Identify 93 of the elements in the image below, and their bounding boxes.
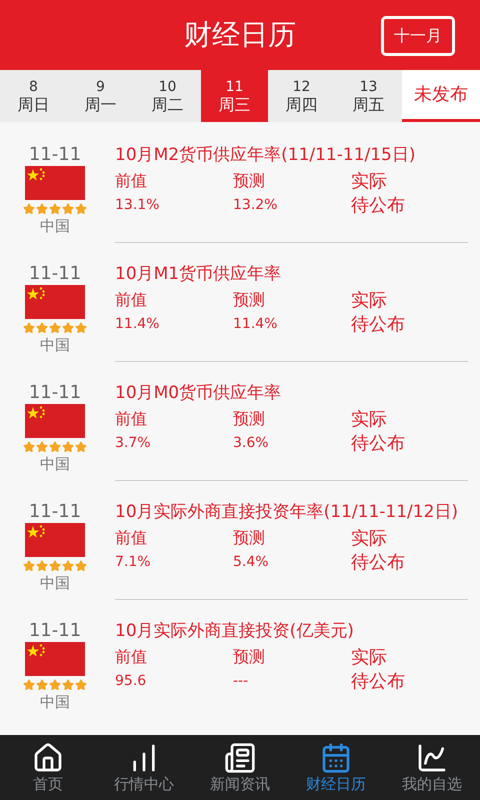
date-tab[interactable]: 10 周二 — [134, 70, 201, 122]
star-icon — [23, 679, 35, 691]
page-title: 财经日历 — [184, 17, 296, 53]
star-icon — [75, 203, 87, 215]
forecast-value: 13.2% — [233, 196, 278, 215]
calendar-icon — [320, 742, 352, 774]
star-icon — [36, 441, 48, 453]
country-name: 中国 — [40, 692, 70, 713]
newspaper-icon — [224, 742, 256, 774]
event-title[interactable]: 10月实际外商直接投资年率(11/11-11/12日) — [115, 501, 468, 523]
star-icon — [23, 560, 35, 572]
flag-icon — [25, 404, 85, 438]
forecast-value: 11.4% — [233, 315, 278, 334]
star-icon — [36, 679, 48, 691]
event-title[interactable]: 10月M2货币供应年率(11/11-11/15日) — [115, 144, 468, 166]
actual-label: 实际 — [351, 408, 388, 432]
unpublished-tab[interactable]: 未发布 — [402, 70, 480, 122]
actual-value: 待公布 — [351, 670, 406, 694]
star-icon — [23, 203, 35, 215]
country-name: 中国 — [40, 335, 70, 356]
event-title[interactable]: 10月M0货币供应年率 — [115, 382, 468, 404]
date-tab[interactable]: 11 周三 — [201, 70, 268, 122]
previous-label: 前值 — [115, 527, 148, 549]
event-date: 11-11 — [28, 263, 82, 285]
actual-label: 实际 — [351, 289, 388, 313]
flag-icon — [25, 523, 85, 557]
forecast-label: 预测 — [233, 408, 266, 430]
flag-icon — [25, 642, 85, 676]
forecast-label: 预测 — [233, 289, 266, 311]
forecast-value: 3.6% — [233, 434, 270, 453]
nav-item[interactable]: 新闻资讯 — [192, 735, 288, 800]
actual-label: 实际 — [351, 527, 388, 551]
forecast-label: 预测 — [233, 646, 266, 668]
forecast-value: --- — [233, 672, 250, 691]
forecast-value: 5.4% — [233, 553, 270, 572]
star-icon — [36, 560, 48, 572]
actual-value: 待公布 — [351, 551, 406, 575]
star-icon — [62, 203, 74, 215]
star-icon — [62, 679, 74, 691]
home-icon — [32, 742, 64, 774]
previous-value: 95.6 — [115, 672, 148, 691]
actual-value: 待公布 — [351, 432, 406, 456]
previous-value: 11.4% — [115, 315, 160, 334]
star-icon — [36, 322, 48, 334]
event-date: 11-11 — [28, 144, 82, 166]
star-icon — [75, 679, 87, 691]
previous-label: 前值 — [115, 646, 148, 668]
event-date: 11-11 — [28, 620, 82, 642]
date-tab[interactable]: 8 周日 — [0, 70, 67, 122]
previous-value: 13.1% — [115, 196, 160, 215]
month-button[interactable]: 十一月 — [381, 16, 455, 56]
star-icon — [62, 560, 74, 572]
star-icon — [49, 322, 61, 334]
event-date: 11-11 — [28, 501, 82, 523]
forecast-label: 预测 — [233, 527, 266, 549]
star-icon — [75, 322, 87, 334]
previous-label: 前值 — [115, 289, 148, 311]
star-icon — [49, 560, 61, 572]
star-icon — [62, 441, 74, 453]
flag-icon — [25, 285, 85, 319]
previous-label: 前值 — [115, 408, 148, 430]
line-chart-icon — [416, 742, 448, 774]
actual-label: 实际 — [351, 646, 388, 670]
previous-value: 7.1% — [115, 553, 152, 572]
event-title[interactable]: 10月M1货币供应年率 — [115, 263, 468, 285]
country-name: 中国 — [40, 454, 70, 475]
star-icon — [23, 441, 35, 453]
nav-item[interactable]: 首页 — [0, 735, 96, 800]
actual-label: 实际 — [351, 170, 388, 194]
date-tab[interactable]: 12 周四 — [268, 70, 335, 122]
previous-value: 3.7% — [115, 434, 152, 453]
nav-item[interactable]: 行情中心 — [96, 735, 192, 800]
star-icon — [49, 679, 61, 691]
previous-label: 前值 — [115, 170, 148, 192]
flag-icon — [25, 166, 85, 200]
forecast-label: 预测 — [233, 170, 266, 192]
event-date: 11-11 — [28, 382, 82, 404]
actual-value: 待公布 — [351, 194, 406, 218]
star-icon — [75, 441, 87, 453]
star-icon — [49, 203, 61, 215]
star-icon — [23, 322, 35, 334]
actual-value: 待公布 — [351, 313, 406, 337]
event-title[interactable]: 10月实际外商直接投资(亿美元) — [115, 620, 468, 642]
date-tab[interactable]: 9 周一 — [67, 70, 134, 122]
nav-item[interactable]: 我的自选 — [384, 735, 480, 800]
star-icon — [36, 203, 48, 215]
star-icon — [75, 560, 87, 572]
nav-item[interactable]: 财经日历 — [288, 735, 384, 800]
star-icon — [62, 322, 74, 334]
date-tab[interactable]: 13 周五 — [335, 70, 402, 122]
country-name: 中国 — [40, 216, 70, 237]
country-name: 中国 — [40, 573, 70, 594]
star-icon — [49, 441, 61, 453]
